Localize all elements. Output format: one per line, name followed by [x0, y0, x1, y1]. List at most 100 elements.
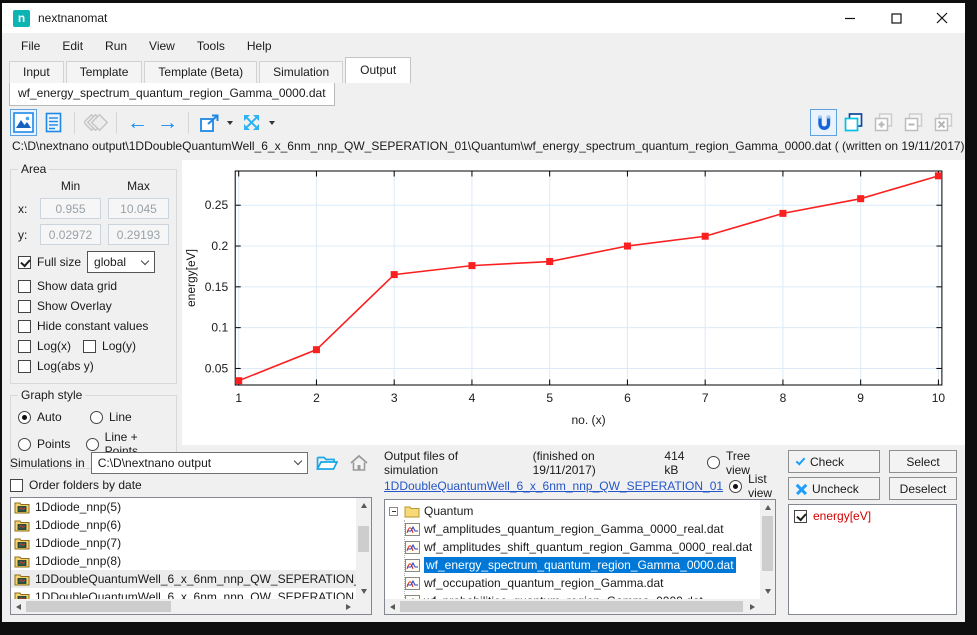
- menu-tools[interactable]: Tools: [186, 35, 236, 57]
- folder-row[interactable]: 1Ddiode_nnp(5): [11, 498, 356, 516]
- tree-file-row[interactable]: wf_occupation_quantum_region_Gamma.dat: [405, 574, 760, 592]
- browse-folder-button[interactable]: [314, 451, 340, 475]
- collapse-expander-icon[interactable]: [389, 507, 398, 516]
- scroll-left-arrow[interactable]: [385, 599, 400, 614]
- energy-spectrum-chart[interactable]: 123456789100.050.10.150.20.25no. (x)ener…: [182, 160, 965, 445]
- document-tab-row: wf_energy_spectrum_quantum_region_Gamma_…: [2, 83, 965, 106]
- scroll-left-arrow[interactable]: [11, 599, 26, 614]
- copy-plot-button[interactable]: [840, 109, 867, 136]
- export-dropdown-caret[interactable]: [227, 121, 233, 125]
- fullscreen-button[interactable]: [238, 109, 265, 136]
- graph-style-title: Graph style: [18, 388, 85, 402]
- export-button[interactable]: [196, 109, 223, 136]
- fullscreen-dropdown-caret[interactable]: [269, 121, 275, 125]
- graph-style-line-points-radio[interactable]: [86, 438, 99, 451]
- maximize-icon: [891, 13, 902, 24]
- close-button[interactable]: [919, 3, 965, 33]
- full-size-checkbox[interactable]: [18, 256, 31, 269]
- tab-output[interactable]: Output: [345, 57, 411, 83]
- log-abs-y-label: Log(abs y): [37, 359, 94, 373]
- simulation-path-combobox[interactable]: C:\D\nextnano output: [91, 452, 308, 474]
- toolbar-separator: [116, 112, 117, 134]
- tree-view-radio[interactable]: [707, 456, 720, 469]
- menu-file[interactable]: File: [10, 35, 51, 57]
- text-view-button[interactable]: [40, 109, 67, 136]
- order-folders-checkbox[interactable]: [10, 479, 23, 492]
- folder-row-selected[interactable]: 1DDoubleQuantumWell_6_x_6nm_nnp_QW_SEPER…: [11, 570, 356, 588]
- magnet-icon: [814, 113, 834, 133]
- data-file-icon: [405, 577, 420, 590]
- menu-edit[interactable]: Edit: [51, 35, 94, 57]
- open-folder-icon: [316, 454, 338, 471]
- menu-run[interactable]: Run: [94, 35, 138, 57]
- graph-style-line-radio[interactable]: [90, 411, 103, 424]
- folder-row[interactable]: 1DDoubleQuantumWell_6_x_6nm_nnp_QW_SEPER…: [11, 588, 356, 599]
- scroll-up-arrow[interactable]: [356, 498, 371, 513]
- list-view-radio[interactable]: [729, 480, 742, 493]
- deselect-button[interactable]: Deselect: [889, 477, 957, 500]
- folder-row[interactable]: 1Ddiode_nnp(6): [11, 516, 356, 534]
- uncheck-button[interactable]: Uncheck: [788, 477, 880, 500]
- graph-style-auto-radio[interactable]: [18, 411, 31, 424]
- min-column-header: Min: [40, 179, 101, 193]
- scrollbar-thumb[interactable]: [762, 516, 773, 571]
- svg-text:0.15: 0.15: [205, 280, 229, 294]
- tab-simulation[interactable]: Simulation: [259, 61, 343, 83]
- area-group-title: Area: [18, 162, 49, 176]
- select-button[interactable]: Select: [889, 450, 957, 473]
- vertical-scrollbar[interactable]: [356, 498, 371, 599]
- show-overlay-checkbox[interactable]: [18, 300, 31, 313]
- snap-magnet-button[interactable]: [810, 109, 837, 136]
- log-abs-y-checkbox[interactable]: [18, 360, 31, 373]
- scrollbar-thumb[interactable]: [400, 601, 743, 612]
- window-title: nextnanomat: [38, 11, 107, 25]
- scroll-right-arrow[interactable]: [745, 599, 760, 614]
- menu-help[interactable]: Help: [236, 35, 283, 57]
- home-button[interactable]: [346, 451, 372, 475]
- tab-template[interactable]: Template: [66, 61, 143, 83]
- simulation-folder-list: 1Ddiode_nnp(5) 1Ddiode_nnp(6) 1Ddiode_nn…: [10, 497, 372, 615]
- document-tab[interactable]: wf_energy_spectrum_quantum_region_Gamma_…: [9, 83, 335, 106]
- full-size-mode-select[interactable]: global: [87, 251, 155, 273]
- log-y-checkbox[interactable]: [83, 340, 96, 353]
- scrollbar-thumb[interactable]: [26, 601, 171, 612]
- check-button[interactable]: Check: [788, 450, 880, 473]
- simulation-link[interactable]: 1DDoubleQuantumWell_6_x_6nm_nnp_QW_SEPER…: [384, 479, 723, 493]
- horizontal-scrollbar[interactable]: [385, 599, 760, 614]
- output-file-tree: Quantum wf_amplitudes_quantum_region_Gam…: [384, 499, 776, 615]
- tree-file-row[interactable]: wf_probabilities_quantum_region_Gamma_00…: [405, 592, 760, 599]
- simulation-path-value: C:\D\nextnano output: [98, 456, 211, 470]
- tree-file-row[interactable]: wf_amplitudes_quantum_region_Gamma_0000_…: [405, 520, 760, 538]
- horizontal-scrollbar[interactable]: [11, 599, 356, 614]
- scroll-down-arrow[interactable]: [760, 584, 775, 599]
- back-button[interactable]: ←: [124, 109, 151, 136]
- show-data-grid-checkbox[interactable]: [18, 280, 31, 293]
- forward-button[interactable]: →: [154, 109, 181, 136]
- menu-view[interactable]: View: [138, 35, 186, 57]
- scroll-up-arrow[interactable]: [760, 500, 775, 515]
- log-x-checkbox[interactable]: [18, 340, 31, 353]
- tab-input[interactable]: Input: [9, 61, 64, 83]
- folder-row[interactable]: 1Ddiode_nnp(8): [11, 552, 356, 570]
- minimize-button[interactable]: [827, 3, 873, 33]
- graph-style-points-radio[interactable]: [18, 438, 31, 451]
- scrollbar-thumb[interactable]: [358, 526, 369, 552]
- app-window: n nextnanomat File Edit Run View Tools H…: [2, 3, 965, 622]
- tab-template-beta[interactable]: Template (Beta): [144, 61, 257, 83]
- graph-style-auto-label: Auto: [37, 410, 62, 424]
- plot-view-button[interactable]: [10, 109, 37, 136]
- tree-folder-row[interactable]: Quantum: [389, 502, 760, 520]
- energy-curve-checkbox[interactable]: [794, 510, 807, 523]
- tree-file-row-selected[interactable]: wf_energy_spectrum_quantum_region_Gamma_…: [405, 556, 760, 574]
- vertical-scrollbar[interactable]: [760, 500, 775, 599]
- area-groupbox: Area Min Max x: 0.955 10.045 y: 0.02972 …: [10, 162, 177, 384]
- hide-constant-checkbox[interactable]: [18, 320, 31, 333]
- folder-icon: [14, 501, 30, 514]
- maximize-button[interactable]: [873, 3, 919, 33]
- scroll-right-arrow[interactable]: [341, 599, 356, 614]
- curve-row[interactable]: energy[eV]: [794, 509, 951, 523]
- add-overlay-button: [870, 109, 897, 136]
- scroll-down-arrow[interactable]: [356, 584, 371, 599]
- folder-row[interactable]: 1Ddiode_nnp(7): [11, 534, 356, 552]
- tree-file-row[interactable]: wf_amplitudes_shift_quantum_region_Gamma…: [405, 538, 760, 556]
